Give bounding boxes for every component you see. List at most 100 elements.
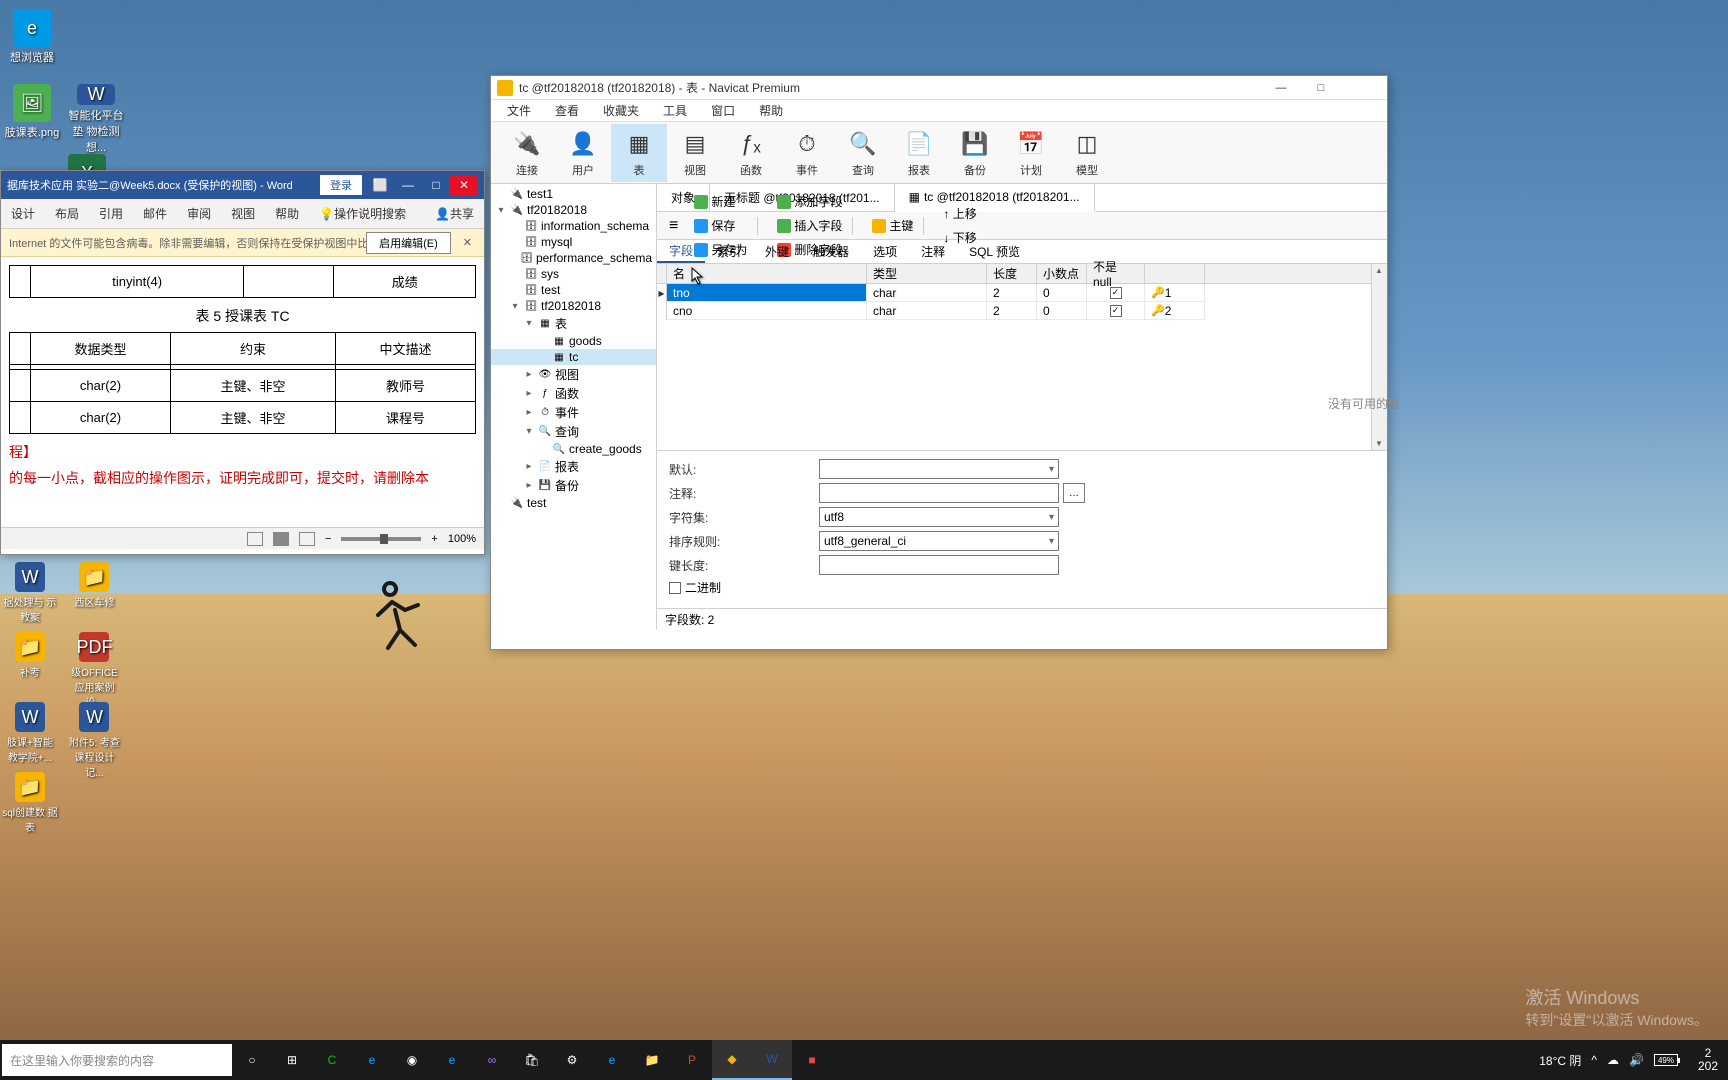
column-header[interactable]: 不是 null [1087,264,1145,283]
word-taskbar-icon[interactable]: W [752,1040,792,1080]
store-icon[interactable]: 🛍 [512,1040,552,1080]
tray-up-icon[interactable]: ^ [1591,1053,1597,1067]
desktop-icon[interactable]: 🖼肢课表.png [4,84,60,154]
web-layout-icon[interactable] [299,532,315,546]
menu-help[interactable]: 帮助 [747,102,795,119]
tree-item[interactable]: ▦tc [491,349,656,365]
tree-expand-icon[interactable]: ▸ [523,369,535,380]
binary-checkbox[interactable]: 二进制 [669,579,721,596]
menu-toggle-icon[interactable]: ≡ [661,214,686,238]
menu-window[interactable]: 窗口 [699,102,747,119]
maximize-icon[interactable]: □ [422,175,450,195]
primary-key-cell[interactable]: 🔑1 [1145,284,1205,302]
action-保存-button[interactable]: 保存 [686,214,755,238]
action-主键-button[interactable]: 主键 [864,214,921,238]
minimize-icon[interactable]: — [394,175,422,195]
desktop-icon[interactable]: 📁补考 [2,632,58,679]
task-view-icon[interactable]: ⊞ [272,1040,312,1080]
subtab[interactable]: 索引 [705,240,753,263]
tree-item[interactable]: ▾🔍查询 [491,422,656,441]
ribbon-tab[interactable]: 邮件 [133,199,177,228]
not-null-checkbox[interactable]: ✓ [1087,284,1145,302]
word-titlebar[interactable]: 据库技术应用 实验二@Week5.docx (受保护的视图) - Word 登录… [1,171,484,199]
word-document-body[interactable]: tinyint(4) 成绩 表 5 授课表 TC 数据类型 约束 中文描述 ch… [1,257,484,527]
weather-widget[interactable]: 18°C 阴 [1539,1052,1581,1069]
menu-favorites[interactable]: 收藏夹 [591,102,651,119]
action-上移-button[interactable]: ↑ 上移 [935,202,984,226]
action-插入字段-button[interactable]: 插入字段 [769,214,850,238]
vertical-scrollbar[interactable] [1371,264,1387,450]
charset-combo[interactable]: utf8 [819,507,1059,527]
taskbar-app[interactable]: ⚙ [552,1040,592,1080]
field-decimal-cell[interactable]: 0 [1037,284,1087,302]
default-value-combo[interactable] [819,459,1059,479]
desktop-icon[interactable]: 📁sql创建数 据表 [2,772,58,834]
desktop-icon[interactable]: W附件5: 考查 课程设计记... [66,702,122,779]
tree-item[interactable]: ▸ƒ函数 [491,384,656,403]
desktop-icon[interactable]: W智能化平台垫 物检测想... [68,84,124,154]
read-mode-icon[interactable] [247,532,263,546]
volume-icon[interactable]: 🔊 [1629,1053,1644,1067]
desktop-icon[interactable]: PDF级OFFICE 应用案例设... [66,632,122,709]
tree-expand-icon[interactable]: ▸ [523,480,535,491]
field-name-cell[interactable]: cno [667,302,867,320]
battery-icon[interactable]: 49% [1654,1054,1678,1066]
restore-icon[interactable]: ⬜ [366,175,394,195]
powerpoint-icon[interactable]: P [672,1040,712,1080]
ribbon-tab[interactable]: 审阅 [177,199,221,228]
column-header[interactable] [1145,264,1205,283]
onedrive-icon[interactable]: ☁ [1607,1053,1619,1067]
tree-item[interactable]: ▸👁视图 [491,365,656,384]
toolbar-plug-button[interactable]: 🔌连接 [499,124,555,182]
tree-expand-icon[interactable]: ▾ [523,426,535,437]
edge-icon[interactable]: e [352,1040,392,1080]
action-添加字段-button[interactable]: 添加字段 [769,190,850,214]
comment-input[interactable] [819,483,1059,503]
tree-item[interactable]: 🔌test [491,495,656,511]
fields-grid[interactable]: 名类型长度小数点不是 null ▶tnochar20✓🔑1cnochar20✓🔑… [657,264,1387,450]
desktop-icon[interactable]: 📁西区车修 [66,562,122,609]
subtab[interactable]: 字段 [657,240,705,263]
content-tab[interactable]: ▦tc @tf20182018 (tf2018201... [895,184,1095,212]
subtab[interactable]: 选项 [861,240,909,263]
zoom-out-icon[interactable]: − [325,533,331,545]
field-length-cell[interactable]: 2 [987,284,1037,302]
ie-icon[interactable]: e [432,1040,472,1080]
toolbar-query-button[interactable]: 🔍查询 [835,124,891,182]
ribbon-tab[interactable]: 设计 [1,199,45,228]
toolbar-table-button[interactable]: ▦表 [611,124,667,182]
tree-item[interactable]: 🔍create_goods [491,441,656,457]
zoom-in-icon[interactable]: + [431,533,437,545]
visualstudio-icon[interactable]: ∞ [472,1040,512,1080]
ribbon-tab[interactable]: 引用 [89,199,133,228]
taskbar-search[interactable]: 在这里输入你要搜索的内容 [2,1044,232,1076]
tree-expand-icon[interactable]: ▾ [495,205,507,216]
field-type-cell[interactable]: char [867,302,987,320]
subtab[interactable]: SQL 预览 [957,240,1032,263]
navicat-titlebar[interactable]: tc @tf20182018 (tf20182018) - 表 - Navica… [491,76,1387,100]
taskbar-app[interactable]: ■ [792,1040,832,1080]
field-decimal-cell[interactable]: 0 [1037,302,1087,320]
ribbon-tab[interactable]: 帮助 [265,199,309,228]
clock-date[interactable]: 202 [1698,1060,1718,1073]
not-null-checkbox[interactable]: ✓ [1087,302,1145,320]
primary-key-cell[interactable]: 🔑2 [1145,302,1205,320]
collation-combo[interactable]: utf8_general_ci [819,531,1059,551]
tree-expand-icon[interactable]: ▸ [523,388,535,399]
print-layout-icon[interactable] [273,532,289,546]
tree-item[interactable]: 🗄information_schema [491,218,656,234]
connection-tree[interactable]: 🔌test1▾🔌tf20182018🗄information_schema🗄my… [491,184,657,630]
subtab[interactable]: 触发器 [801,240,861,263]
tree-expand-icon[interactable]: ▸ [523,461,535,472]
browser-icon[interactable]: e [592,1040,632,1080]
close-warning-icon[interactable]: ✕ [459,236,476,249]
tree-item[interactable]: 🗄sys [491,266,656,282]
chrome-icon[interactable]: ◉ [392,1040,432,1080]
toolbar-view-button[interactable]: ▤视图 [667,124,723,182]
tree-item[interactable]: 🗄mysql [491,234,656,250]
tree-item[interactable]: ▸💾备份 [491,476,656,495]
navicat-taskbar-icon[interactable]: ◆ [712,1040,752,1080]
field-name-cell[interactable]: tno [667,284,867,302]
tell-me-search[interactable]: 💡 操作说明搜索 [309,199,416,228]
minimize-icon[interactable]: — [1261,77,1301,99]
